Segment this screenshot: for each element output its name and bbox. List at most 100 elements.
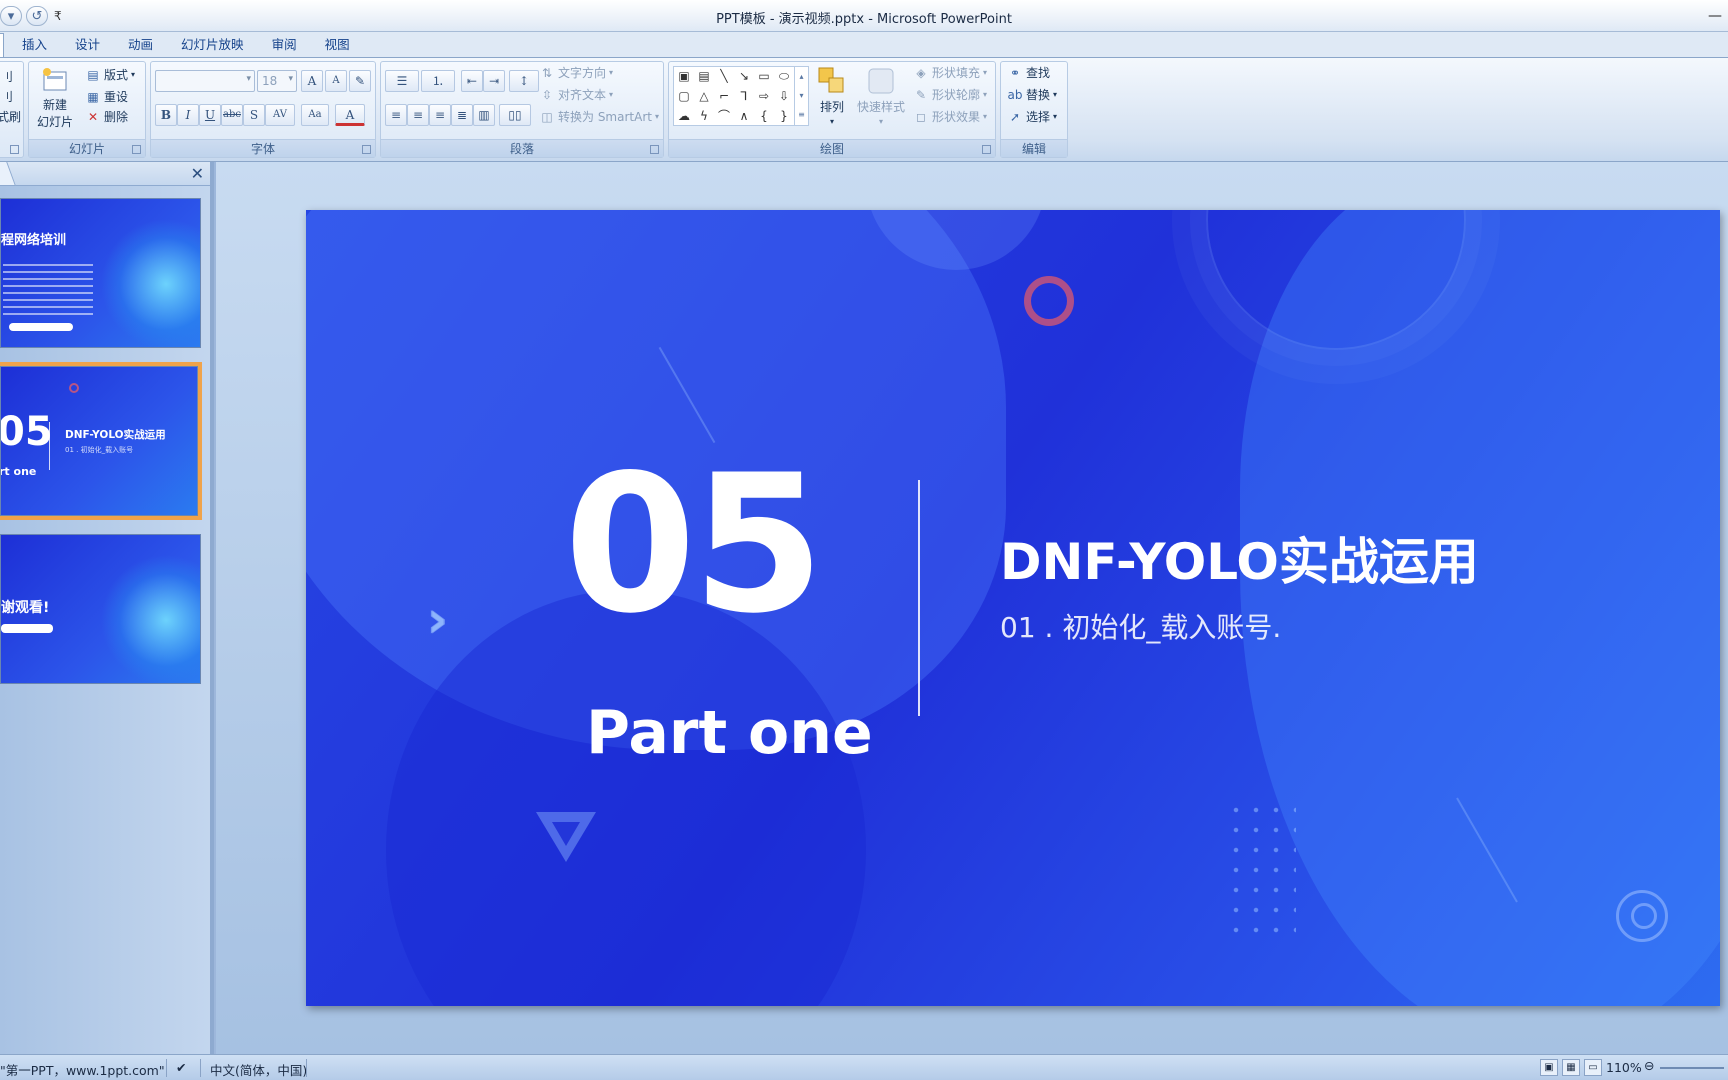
textbox-shape-icon[interactable]: ▣ [676, 68, 692, 84]
paragraph-launcher-icon[interactable] [650, 145, 659, 154]
shapes-gallery[interactable]: ▣ ▤ ╲ ↘ ▭ ⬭ ▢ △ ⌐ ⅂ ⇨ ⇩ ☁ ϟ ⌒ ∧ { } ▴ ▾ ≡ [673, 66, 809, 126]
shape-fill-button[interactable]: ◈ 形状填充 ▾ [913, 64, 987, 81]
bullets-icon[interactable]: ☰ [385, 70, 419, 92]
char-spacing-icon[interactable]: AV [265, 104, 295, 126]
text-direction-button[interactable]: ⇅ 文字方向 ▾ [539, 64, 613, 81]
spellcheck-icon[interactable]: ✔ [176, 1060, 186, 1075]
slide-title[interactable]: DNF-YOLO实战运用 [1000, 522, 1479, 594]
paragraph-group-label: 段落 [381, 139, 663, 157]
reset-button[interactable]: ▦ 重设 [85, 88, 128, 105]
slides-tab[interactable] [0, 162, 17, 186]
copy-label[interactable]: 刂 [1, 88, 13, 105]
numbering-icon[interactable]: ⒈ [421, 70, 455, 92]
strikethrough-icon[interactable]: abc [221, 104, 243, 126]
panel-splitter[interactable] [214, 162, 216, 1054]
font-size-combo[interactable]: 18 ▾ [257, 70, 297, 92]
line-shape-icon[interactable]: ╲ [716, 68, 732, 84]
elbow-arrow-shape-icon[interactable]: ⅂ [736, 88, 752, 104]
new-slide-label-1: 新建 [42, 98, 67, 112]
zoom-out-icon[interactable]: ⊖ [1644, 1058, 1654, 1073]
slide-thumbnail-3[interactable]: 谢观看! [0, 534, 201, 684]
slides-launcher-icon[interactable] [132, 145, 141, 154]
rounded-rect-shape-icon[interactable]: ▢ [676, 88, 692, 104]
curve-shape-icon[interactable]: ∧ [736, 108, 752, 124]
triangle-shape-icon[interactable]: △ [696, 88, 712, 104]
right-arrow-shape-icon[interactable]: ⇨ [756, 88, 772, 104]
slideshow-view-icon[interactable]: ▭ [1584, 1059, 1602, 1076]
slide-subtitle[interactable]: 01 . 初始化_载入账号. [1000, 606, 1281, 646]
delete-label: 删除 [104, 110, 129, 124]
line-spacing-icon[interactable]: ↕ [509, 70, 539, 92]
zoom-slider[interactable] [1660, 1067, 1724, 1069]
tab-design[interactable]: 设计 [61, 33, 114, 57]
change-case-icon[interactable]: Aa [301, 104, 329, 126]
align-left-icon[interactable]: ≡ [385, 104, 407, 126]
convert-smartart-button[interactable]: ◫ 转换为 SmartArt ▾ [539, 108, 659, 125]
shadow-icon[interactable]: S [243, 104, 265, 126]
rectangle-shape-icon[interactable]: ▭ [756, 68, 772, 84]
slide-sorter-view-icon[interactable]: ▦ [1562, 1059, 1580, 1076]
distributed-icon[interactable]: ▥ [473, 104, 495, 126]
down-arrow-shape-icon[interactable]: ⇩ [776, 88, 792, 104]
layout-button[interactable]: ▤ 版式 ▾ [85, 66, 135, 83]
align-center-icon[interactable]: ≡ [407, 104, 429, 126]
section-number[interactable]: 05 [564, 450, 824, 640]
tab-insert[interactable]: 插入 [4, 33, 61, 57]
arrange-button[interactable]: 排列 ▾ [817, 66, 847, 126]
shapes-scroll-icon[interactable]: ▴ ▾ ≡ [794, 67, 808, 125]
bold-icon[interactable]: B [155, 104, 177, 126]
vertical-textbox-shape-icon[interactable]: ▤ [696, 68, 712, 84]
new-slide-button[interactable]: 新建 幻灯片 [33, 66, 77, 130]
shape-outline-button[interactable]: ✎ 形状轮廓 ▾ [913, 86, 987, 103]
replace-icon: ab [1007, 87, 1023, 102]
cloud-shape-icon[interactable]: ☁ [676, 108, 692, 124]
right-brace-shape-icon[interactable]: } [776, 108, 792, 124]
delete-slide-button[interactable]: ✕ 删除 [85, 108, 128, 125]
slide-thumbnail-1[interactable]: 程网络培训 [0, 198, 201, 348]
replace-button[interactable]: ab 替换 ▾ [1007, 86, 1058, 103]
font-color-icon[interactable]: A [335, 104, 365, 126]
increase-indent-icon[interactable]: ⇥ [483, 70, 505, 92]
clear-format-icon[interactable]: ✎ [349, 70, 371, 92]
tab-animations[interactable]: 动画 [114, 33, 167, 57]
close-icon[interactable]: ✕ [191, 164, 204, 183]
columns-icon[interactable]: ▯▯ [499, 104, 531, 126]
align-right-icon[interactable]: ≡ [429, 104, 451, 126]
language-status[interactable]: 中文(简体，中国) [210, 1060, 307, 1079]
font-launcher-icon[interactable] [362, 145, 371, 154]
minimize-icon[interactable]: — [1708, 8, 1722, 24]
decrease-indent-icon[interactable]: ⇤ [461, 70, 483, 92]
find-button[interactable]: ⚭ 查找 [1007, 64, 1050, 81]
font-family-combo[interactable]: ▾ [155, 70, 255, 92]
arrange-label: 排列 [819, 100, 844, 114]
select-button[interactable]: ➚ 选择 ▾ [1007, 108, 1057, 125]
drawing-launcher-icon[interactable] [982, 145, 991, 154]
format-painter-label[interactable]: 式刷 [0, 108, 21, 125]
grow-font-icon[interactable]: A [301, 70, 323, 92]
underline-icon[interactable]: U [199, 104, 221, 126]
italic-icon[interactable]: I [177, 104, 199, 126]
current-slide[interactable]: ›› 05 Part one DNF-YOLO实战运用 01 . 初始化_载入账… [306, 210, 1720, 1006]
slide-thumbnail-2[interactable]: 05 rt one DNF-YOLO实战运用 01 . 初始化_载入账号 [0, 362, 202, 520]
justify-icon[interactable]: ≣ [451, 104, 473, 126]
tab-slideshow[interactable]: 幻灯片放映 [167, 33, 258, 57]
new-slide-label-2: 幻灯片 [36, 115, 73, 129]
tab-review[interactable]: 审阅 [258, 33, 311, 57]
align-text-button[interactable]: ⇳ 对齐文本 ▾ [539, 86, 613, 103]
shape-effects-button[interactable]: ◻ 形状效果 ▾ [913, 108, 987, 125]
left-brace-shape-icon[interactable]: { [756, 108, 772, 124]
tab-view[interactable]: 视图 [311, 33, 364, 57]
ribbon: 刂 刂 式刷 新建 幻灯片 ▤ 版式 ▾ ▦ 重设 ✕ 删除 幻灯片 ▾ 18 ▾ A A… [0, 58, 1728, 162]
cut-label[interactable]: 刂 [1, 68, 13, 85]
part-label[interactable]: Part one [586, 698, 873, 768]
oval-shape-icon[interactable]: ⬭ [776, 68, 792, 84]
quick-styles-button[interactable]: 快速样式 ▾ [857, 66, 905, 126]
arc-shape-icon[interactable]: ⌒ [716, 108, 732, 124]
lightning-shape-icon[interactable]: ϟ [696, 108, 712, 124]
zoom-level[interactable]: 110% [1606, 1060, 1642, 1075]
clipboard-launcher-icon[interactable] [10, 145, 19, 154]
arrow-line-shape-icon[interactable]: ↘ [736, 68, 752, 84]
normal-view-icon[interactable]: ▣ [1540, 1059, 1558, 1076]
shrink-font-icon[interactable]: A [325, 70, 347, 92]
elbow-connector-shape-icon[interactable]: ⌐ [716, 88, 732, 104]
